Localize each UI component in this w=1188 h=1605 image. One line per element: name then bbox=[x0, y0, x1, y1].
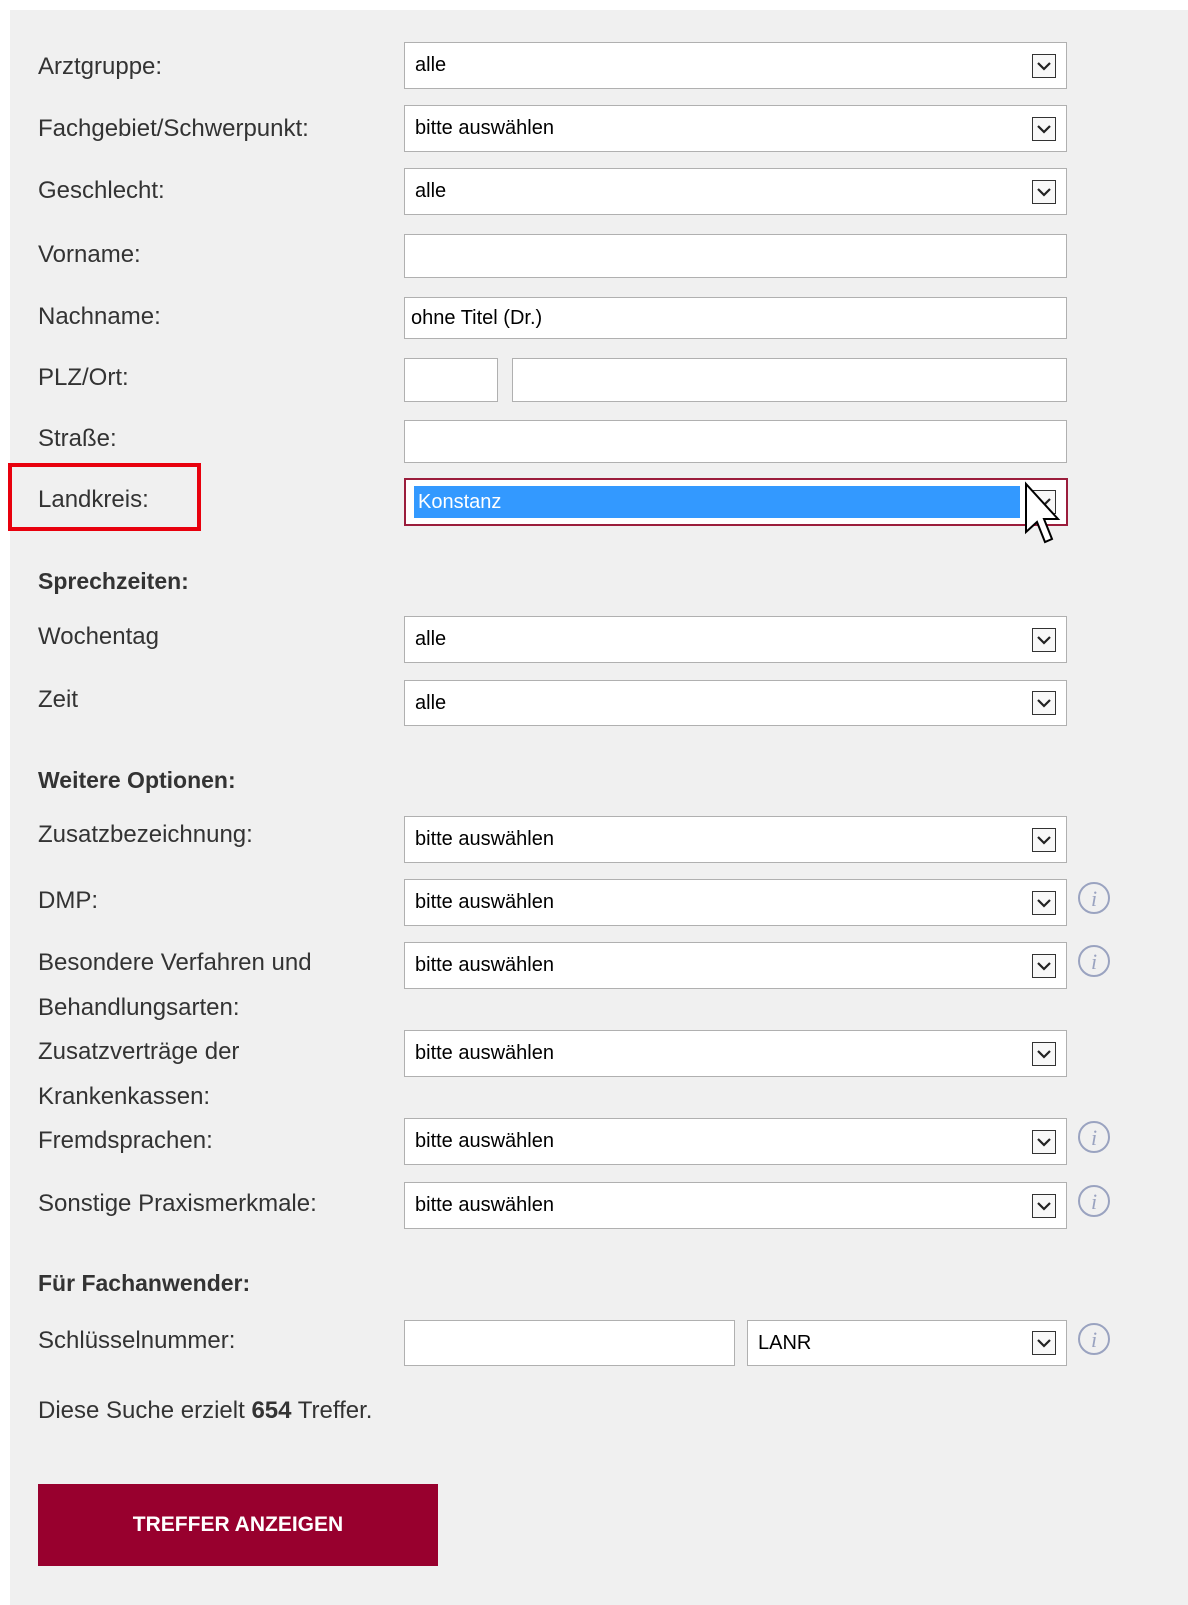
highlight-annotation-box bbox=[8, 463, 201, 531]
chevron-down-icon[interactable] bbox=[1032, 890, 1056, 915]
geschlecht-label: Geschlecht: bbox=[38, 177, 165, 204]
svg-text:i: i bbox=[1091, 949, 1097, 974]
zusatzvertraege-label-line2: Krankenkassen: bbox=[38, 1083, 211, 1110]
show-results-button[interactable]: TREFFER ANZEIGEN bbox=[38, 1484, 438, 1566]
svg-text:i: i bbox=[1091, 886, 1097, 911]
chevron-down-icon[interactable] bbox=[1032, 953, 1056, 978]
besondere-verfahren-value: bitte auswählen bbox=[415, 954, 554, 976]
svg-text:i: i bbox=[1091, 1327, 1097, 1352]
fachanwender-heading: Für Fachanwender: bbox=[38, 1270, 251, 1296]
sonstige-praxismerkmale-label: Sonstige Praxismerkmale: bbox=[38, 1190, 317, 1217]
nachname-input[interactable]: ohne Titel (Dr.) bbox=[404, 297, 1067, 339]
mouse-pointer-icon bbox=[1025, 481, 1061, 544]
result-prefix: Diese Suche erzielt bbox=[38, 1397, 245, 1424]
dmp-select[interactable]: bitte auswählen bbox=[404, 879, 1067, 926]
selected-option-highlight bbox=[414, 486, 1020, 518]
zusatzvertraege-label-line1: Zusatzverträge der bbox=[38, 1038, 240, 1065]
besondere-verfahren-label-line1: Besondere Verfahren und bbox=[38, 949, 312, 976]
chevron-down-icon[interactable] bbox=[1032, 691, 1056, 715]
plz-input[interactable] bbox=[404, 358, 498, 402]
arztgruppe-value: alle bbox=[415, 54, 447, 76]
plz-ort-label: PLZ/Ort: bbox=[38, 364, 129, 391]
info-icon[interactable]: i bbox=[1077, 881, 1111, 915]
result-count: 654 bbox=[251, 1397, 292, 1424]
arztgruppe-select[interactable]: alle bbox=[404, 42, 1067, 89]
dmp-label: DMP: bbox=[38, 887, 98, 914]
info-icon[interactable]: i bbox=[1077, 1184, 1111, 1218]
arztgruppe-label: Arztgruppe: bbox=[38, 53, 163, 80]
sonstige-praxismerkmale-select[interactable]: bitte auswählen bbox=[404, 1182, 1067, 1229]
landkreis-select[interactable]: Konstanz bbox=[404, 478, 1068, 526]
zeit-select[interactable]: alle bbox=[404, 680, 1067, 726]
schluesselnummer-label: Schlüsselnummer: bbox=[38, 1327, 236, 1354]
wochentag-value: alle bbox=[415, 628, 447, 650]
fremdsprachen-label: Fremdsprachen: bbox=[38, 1127, 213, 1154]
result-count-text: Diese Suche erzielt 654 Treffer. bbox=[38, 1397, 372, 1425]
vorname-input[interactable] bbox=[404, 234, 1067, 278]
sprechzeiten-heading: Sprechzeiten: bbox=[38, 568, 189, 594]
landkreis-value: Konstanz bbox=[418, 490, 502, 513]
chevron-down-icon[interactable] bbox=[1032, 827, 1056, 852]
zeit-value: alle bbox=[415, 691, 447, 714]
strasse-label: Straße: bbox=[38, 425, 117, 452]
chevron-down-icon[interactable] bbox=[1032, 1193, 1056, 1218]
zusatzbezeichnung-label: Zusatzbezeichnung: bbox=[38, 821, 253, 848]
chevron-down-icon[interactable] bbox=[1032, 627, 1056, 652]
geschlecht-value: alle bbox=[415, 180, 447, 202]
schluesselnummer-type-select[interactable]: LANR bbox=[747, 1320, 1067, 1366]
chevron-down-icon[interactable] bbox=[1032, 116, 1056, 141]
ort-input[interactable] bbox=[512, 358, 1067, 402]
fremdsprachen-value: bitte auswählen bbox=[415, 1130, 554, 1152]
zusatzbezeichnung-value: bitte auswählen bbox=[415, 828, 554, 850]
sonstige-praxismerkmale-value: bitte auswählen bbox=[415, 1194, 554, 1216]
schluesselnummer-type-value: LANR bbox=[758, 1331, 812, 1354]
geschlecht-select[interactable]: alle bbox=[404, 168, 1067, 215]
zusatzvertraege-value: bitte auswählen bbox=[415, 1042, 554, 1064]
fachgebiet-select[interactable]: bitte auswählen bbox=[404, 105, 1067, 152]
fachgebiet-label: Fachgebiet/Schwerpunkt: bbox=[38, 115, 309, 142]
info-icon[interactable]: i bbox=[1077, 944, 1111, 978]
svg-text:i: i bbox=[1091, 1189, 1097, 1214]
besondere-verfahren-label-line2: Behandlungsarten: bbox=[38, 994, 240, 1021]
chevron-down-icon[interactable] bbox=[1032, 1331, 1056, 1355]
chevron-down-icon[interactable] bbox=[1032, 1129, 1056, 1154]
chevron-down-icon[interactable] bbox=[1032, 53, 1056, 78]
nachname-placeholder: ohne Titel (Dr.) bbox=[411, 306, 543, 329]
chevron-down-icon[interactable] bbox=[1032, 179, 1056, 204]
fachgebiet-value: bitte auswählen bbox=[415, 117, 554, 139]
besondere-verfahren-select[interactable]: bitte auswählen bbox=[404, 942, 1067, 989]
zusatzbezeichnung-select[interactable]: bitte auswählen bbox=[404, 816, 1067, 863]
info-icon[interactable]: i bbox=[1077, 1322, 1111, 1356]
svg-text:i: i bbox=[1091, 1125, 1097, 1150]
result-suffix: Treffer. bbox=[297, 1397, 373, 1424]
wochentag-label: Wochentag bbox=[38, 623, 159, 650]
schluesselnummer-input[interactable] bbox=[404, 1320, 735, 1366]
zusatzvertraege-select[interactable]: bitte auswählen bbox=[404, 1030, 1067, 1077]
zeit-label: Zeit bbox=[38, 686, 79, 713]
vorname-label: Vorname: bbox=[38, 241, 141, 268]
nachname-label: Nachname: bbox=[38, 303, 161, 330]
chevron-down-icon[interactable] bbox=[1032, 1041, 1056, 1066]
weitere-optionen-heading: Weitere Optionen: bbox=[38, 767, 236, 793]
info-icon[interactable]: i bbox=[1077, 1120, 1111, 1154]
strasse-input[interactable] bbox=[404, 420, 1067, 463]
dmp-value: bitte auswählen bbox=[415, 891, 554, 913]
wochentag-select[interactable]: alle bbox=[404, 616, 1067, 663]
fremdsprachen-select[interactable]: bitte auswählen bbox=[404, 1118, 1067, 1165]
